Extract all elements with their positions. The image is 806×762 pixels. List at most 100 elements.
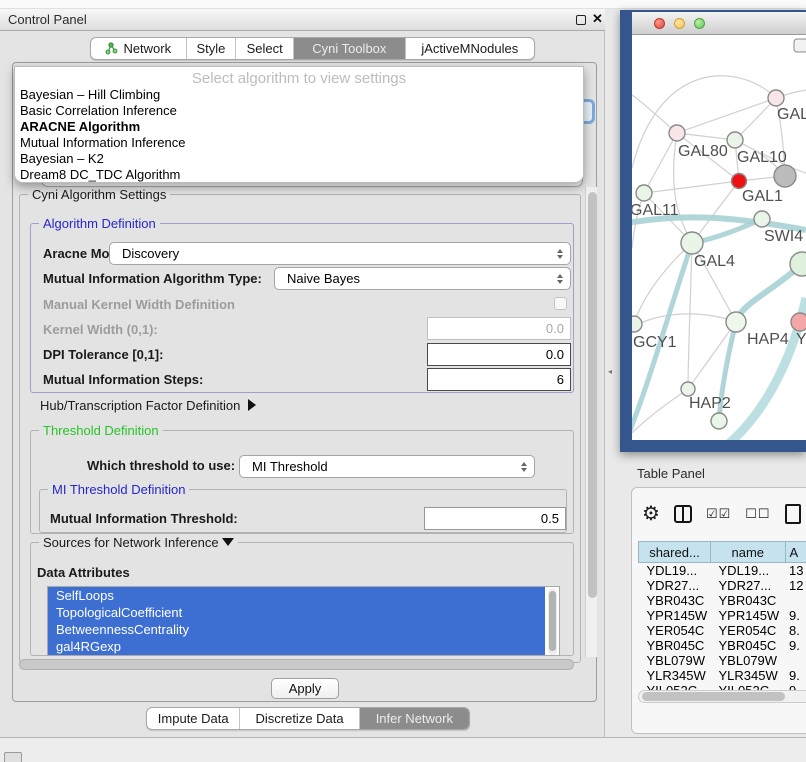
- list-item[interactable]: TopologicalCoefficient: [48, 604, 545, 621]
- table-cell[interactable]: YBR045C: [711, 638, 786, 653]
- tab-cyni-toolbox[interactable]: Cyni Toolbox: [294, 38, 406, 59]
- network-node-green-node-bottom[interactable]: [711, 413, 727, 429]
- close-icon[interactable]: ✕: [592, 11, 603, 27]
- dropdown-item-selected[interactable]: ARACNE Algorithm: [15, 119, 583, 135]
- table-horizontal-scrollbar[interactable]: [638, 690, 806, 703]
- network-node-gray-node[interactable]: [774, 165, 796, 187]
- table-cell[interactable]: 9.: [785, 668, 806, 683]
- column-header[interactable]: A: [785, 542, 806, 563]
- minimize-traffic-light-icon[interactable]: [674, 18, 685, 29]
- sources-group-title[interactable]: Sources for Network Inference: [39, 535, 238, 550]
- table-row[interactable]: YBR043CYBR043C: [639, 593, 806, 608]
- zoom-traffic-light-icon[interactable]: [694, 18, 705, 29]
- network-node-HAP4[interactable]: [726, 312, 746, 332]
- kernel-width-field[interactable]: 0.0: [427, 317, 571, 340]
- table-cell[interactable]: 9.: [785, 638, 806, 653]
- hub-definition-toggle[interactable]: Hub/Transcription Factor Definition: [40, 398, 256, 413]
- mi-steps-field[interactable]: 6: [427, 368, 571, 391]
- network-node-SWI4[interactable]: [754, 211, 770, 227]
- table-cell[interactable]: 9.: [785, 608, 806, 623]
- dropdown-item[interactable]: Dream8 DC_TDC Algorithm: [15, 167, 583, 183]
- dropdown-item[interactable]: Bayesian – Hill Climbing: [15, 87, 583, 103]
- minimized-panel-icon[interactable]: [4, 752, 22, 762]
- table-cell[interactable]: YBR043C: [639, 593, 711, 608]
- network-node-GCY1[interactable]: [626, 316, 642, 332]
- list-scrollbar-thumb[interactable]: [549, 591, 556, 651]
- data-attributes-list[interactable]: SelfLoops TopologicalCoefficient Between…: [47, 586, 560, 656]
- network-node-GAL11[interactable]: [636, 185, 652, 201]
- vertical-scrollbar[interactable]: [585, 187, 597, 657]
- network-node-GAL7[interactable]: [768, 90, 784, 106]
- dpi-tolerance-field[interactable]: 0.0: [427, 343, 571, 366]
- horizontal-scrollbar-thumb[interactable]: [19, 659, 574, 670]
- table-cell[interactable]: 12: [785, 578, 806, 593]
- tab-infer-network[interactable]: Infer Network: [360, 708, 469, 729]
- tab-jactivemnodules[interactable]: jActiveMNodules: [406, 38, 534, 59]
- network-window-titlebar[interactable]: [632, 12, 806, 35]
- table-row[interactable]: YBL079WYBL079W: [639, 653, 806, 668]
- aracne-mode-combo[interactable]: Discovery: [109, 242, 571, 265]
- tab-select[interactable]: Select: [236, 38, 294, 59]
- table-row[interactable]: YDL19...YDL19...13: [639, 563, 806, 579]
- tab-network[interactable]: Network: [91, 38, 187, 59]
- list-item[interactable]: BetweennessCentrality: [48, 621, 545, 638]
- table-scrollbar-thumb[interactable]: [642, 692, 785, 701]
- table-cell[interactable]: YBR045C: [639, 638, 711, 653]
- network-node-GAL1[interactable]: [732, 174, 747, 189]
- apply-button[interactable]: Apply: [271, 678, 339, 699]
- network-node-Y-node[interactable]: [791, 313, 806, 331]
- table-cell[interactable]: YBR043C: [711, 593, 786, 608]
- network-node-GAL4[interactable]: [681, 232, 703, 254]
- table-cell[interactable]: YDR27...: [639, 578, 711, 593]
- table-cell[interactable]: [785, 653, 806, 668]
- mi-algorithm-type-combo[interactable]: Naive Bayes: [274, 267, 571, 290]
- table-row[interactable]: YER054CYER054C8.: [639, 623, 806, 638]
- export-table-icon[interactable]: [785, 504, 801, 524]
- table-cell[interactable]: YLR345W: [711, 668, 786, 683]
- table-cell[interactable]: YPR145W: [639, 608, 711, 623]
- network-node-GAL80[interactable]: [669, 125, 685, 141]
- dropdown-item[interactable]: Basic Correlation Inference: [15, 103, 583, 119]
- select-all-checks-icon[interactable]: ☑☑: [706, 506, 731, 522]
- tab-impute-data[interactable]: Impute Data: [147, 708, 240, 729]
- table-cell[interactable]: 13: [785, 563, 806, 579]
- list-item[interactable]: gal4RGexp: [48, 638, 545, 655]
- column-browser-icon[interactable]: [674, 505, 692, 523]
- close-traffic-light-icon[interactable]: [654, 18, 665, 29]
- column-header[interactable]: name: [711, 542, 786, 563]
- list-item[interactable]: SelfLoops: [48, 587, 545, 604]
- tab-discretize-data[interactable]: Discretize Data: [240, 708, 359, 729]
- mi-threshold-field[interactable]: 0.5: [424, 507, 566, 530]
- table-cell[interactable]: YDR27...: [711, 578, 786, 593]
- table-cell[interactable]: YBL079W: [639, 653, 711, 668]
- table-row[interactable]: YPR145WYPR145W9.: [639, 608, 806, 623]
- list-scrollbar[interactable]: [548, 589, 557, 655]
- table-cell[interactable]: YER054C: [639, 623, 711, 638]
- table-cell[interactable]: YPR145W: [711, 608, 786, 623]
- network-canvas[interactable]: GALGAL80GAL10GAL1GAL11SWI4GAL4GCY1HAP4YH…: [620, 10, 806, 452]
- network-node-GAL10[interactable]: [727, 132, 743, 148]
- deselect-all-checks-icon[interactable]: ☐☐: [745, 506, 770, 522]
- network-node-HAP2[interactable]: [681, 382, 695, 396]
- table-cell[interactable]: YDL19...: [711, 563, 786, 579]
- network-view-window[interactable]: GALGAL80GAL10GAL1GAL11SWI4GAL4GCY1HAP4YH…: [620, 10, 806, 452]
- table-row[interactable]: YBR045CYBR045C9.: [639, 638, 806, 653]
- table-cell[interactable]: YBL079W: [711, 653, 786, 668]
- manual-kernel-width-checkbox[interactable]: [554, 297, 567, 310]
- column-header[interactable]: shared...: [639, 542, 711, 563]
- dropdown-item[interactable]: Bayesian – K2: [15, 151, 583, 167]
- gear-icon[interactable]: ⚙: [642, 504, 660, 524]
- float-icon[interactable]: [576, 15, 586, 25]
- table-cell[interactable]: 8.: [785, 623, 806, 638]
- table-row[interactable]: YDR27...YDR27...12: [639, 578, 806, 593]
- splitter-handle[interactable]: ◂: [608, 367, 612, 376]
- table-cell[interactable]: [785, 593, 806, 608]
- dropdown-item[interactable]: Mutual Information Inference: [15, 135, 583, 151]
- table-cell[interactable]: YER054C: [711, 623, 786, 638]
- table-row[interactable]: YLR345WYLR345W9.: [639, 668, 806, 683]
- which-threshold-combo[interactable]: MI Threshold: [239, 455, 535, 478]
- vertical-scrollbar-thumb[interactable]: [588, 192, 597, 598]
- table-cell[interactable]: YLR345W: [639, 668, 711, 683]
- table-cell[interactable]: YDL19...: [639, 563, 711, 579]
- tab-style[interactable]: Style: [187, 38, 237, 59]
